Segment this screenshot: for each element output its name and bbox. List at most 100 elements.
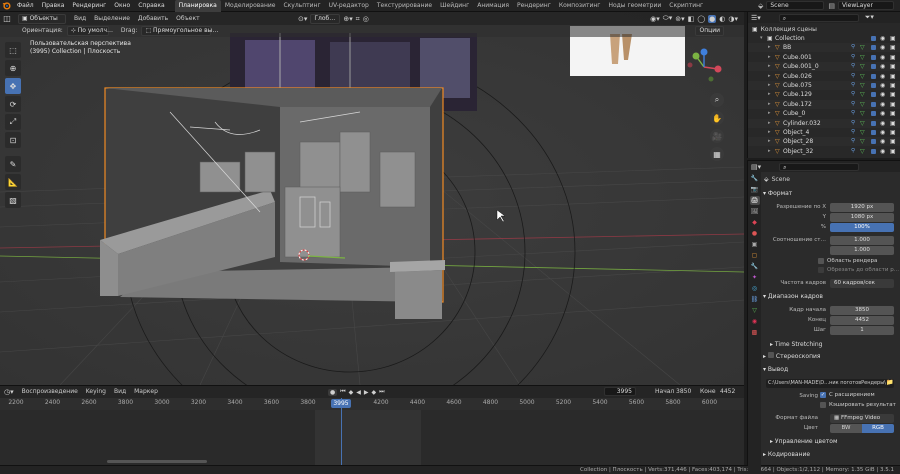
chevron-right-icon[interactable]: ▸ (768, 119, 771, 128)
eye-visibility-icon[interactable]: ◉ (880, 100, 885, 109)
proportional-edit-icon[interactable]: ◎ (363, 15, 369, 23)
annotate-icon[interactable]: ✎ (5, 156, 21, 172)
camera-render-icon[interactable]: ▣ (890, 34, 896, 43)
output-path-field[interactable]: C:\Users\MAN-MADE\D…ник поготовРендеры\ (766, 379, 894, 388)
workspace-tab[interactable]: UV-редактор (325, 0, 373, 12)
outliner-item[interactable]: ▾ ▣ Collection ◉ ▣ (748, 34, 900, 43)
camera-render-icon[interactable]: ▣ (890, 62, 896, 71)
camera-render-icon[interactable]: ▣ (890, 43, 896, 52)
file-extension-checkbox[interactable]: ✓ С расширением (820, 392, 875, 398)
menu-item[interactable]: Рендеринг (68, 0, 110, 12)
end-frame-value[interactable]: 4452 (720, 386, 735, 398)
tool-tab-icon[interactable]: 🔧 (750, 174, 760, 183)
viewport-menu-item[interactable]: Объект (176, 13, 199, 25)
collection-tab-icon[interactable]: ▣ (750, 240, 760, 249)
properties-search-field[interactable]: ⌕ (779, 162, 860, 171)
timeline-track-area[interactable] (0, 398, 744, 466)
workspace-tab[interactable]: Композитинг (555, 0, 605, 12)
outliner-item[interactable]: ▸ ▽ BB ⚲ ▽ ◉ ▣ (748, 43, 900, 53)
eye-visibility-icon[interactable]: ◉ (880, 147, 885, 156)
measure-icon[interactable]: 📐 (5, 174, 21, 190)
exclude-checkbox-icon[interactable] (871, 139, 876, 145)
scale-icon[interactable]: ⤢ (5, 114, 21, 130)
output-tab-icon[interactable]: 🖨 (749, 196, 760, 205)
zoom-icon[interactable]: ⌕ (710, 93, 724, 107)
outliner-item[interactable]: ▸ ▽ Cube.001_0 ⚲ ▽ ◉ ▣ (748, 62, 900, 72)
drag-dropdown[interactable]: ⬚ Прямоугольное вы… (141, 26, 218, 36)
chevron-right-icon[interactable]: ▸ (768, 43, 771, 52)
chevron-right-icon[interactable]: ▸ (768, 90, 771, 99)
res-x-field[interactable]: 1920 px (830, 203, 894, 212)
xray-icon[interactable]: ◧ (688, 15, 695, 23)
encoding-panel-header[interactable]: ▸ Кодирование (763, 450, 899, 460)
options-dropdown[interactable]: Опции (695, 26, 724, 36)
render-tab-icon[interactable]: 📷 (750, 185, 760, 194)
exclude-checkbox-icon[interactable] (871, 83, 876, 88)
chevron-right-icon[interactable]: ▸ (768, 109, 771, 118)
menu-item[interactable]: Файл (13, 0, 38, 12)
render-region-checkbox[interactable]: Область рендера (818, 258, 877, 264)
timeline-menu-item[interactable]: Воспроизведение (22, 386, 78, 398)
jump-start-icon[interactable]: ⏮ (340, 388, 345, 396)
pan-hand-icon[interactable]: ✋ (710, 111, 724, 125)
exclude-checkbox-icon[interactable] (871, 148, 876, 154)
data-tab-icon[interactable]: ▽ (750, 306, 760, 315)
format-panel-header[interactable]: ▾ Формат (763, 189, 899, 199)
constraints-tab-icon[interactable]: ⛓ (750, 295, 760, 304)
navigation-gizmo[interactable] (684, 47, 724, 87)
outliner-item[interactable]: ▸ ▽ Object_28 ⚲ ▽ ◉ ▣ (748, 137, 900, 147)
camera-render-icon[interactable]: ▣ (890, 81, 896, 90)
scene-name-field[interactable]: Scene (766, 1, 825, 10)
editor-type-icon[interactable]: ◫ (0, 14, 14, 23)
wireframe-shading-icon[interactable]: ◯ (697, 15, 705, 23)
start-frame-value[interactable]: 3850 (676, 386, 691, 398)
timeline-scrollbar[interactable] (107, 460, 207, 463)
overlay-icon[interactable]: ⊚▾ (675, 15, 684, 23)
res-y-field[interactable]: 1080 px (830, 213, 894, 222)
chevron-right-icon[interactable]: ▸ (768, 72, 771, 81)
chevron-right-icon[interactable]: ▸ (768, 137, 771, 146)
camera-render-icon[interactable]: ▣ (890, 53, 896, 62)
stereoscopy-checkbox-icon[interactable] (767, 352, 774, 358)
outliner-item[interactable]: ▸ ▽ Cube_0 ⚲ ▽ ◉ ▣ (748, 109, 900, 118)
exclude-checkbox-icon[interactable] (871, 36, 876, 41)
physics-tab-icon[interactable]: ◎ (750, 284, 760, 293)
solid-shading-icon[interactable]: ● (708, 14, 717, 23)
outliner-item[interactable]: ▸ ▽ Cube.026 ⚲ ▽ ◉ ▣ (748, 72, 900, 81)
play-reverse-icon[interactable]: ◀ (356, 389, 361, 396)
workspace-tab[interactable]: Скульптинг (279, 0, 324, 12)
timeline-editor-icon[interactable]: ◷▾ (4, 388, 14, 396)
workspace-tab[interactable]: Анимация (473, 0, 513, 12)
properties-editor-icon[interactable]: ▤▾ (751, 163, 761, 171)
outliner-item[interactable]: ▸ ▽ Cube.172 ⚲ ▽ ◉ ▣ (748, 99, 900, 109)
viewport-scene[interactable] (0, 12, 744, 385)
material-tab-icon[interactable]: ◉ (750, 317, 760, 326)
cache-result-checkbox[interactable]: Кэшировать результат (820, 402, 896, 408)
scene-collection-row[interactable]: ▣ Коллекция сцены (752, 25, 817, 34)
fps-dropdown[interactable]: 60 кадров/сек (830, 279, 894, 288)
stereoscopy-panel-header[interactable]: ▸ Стереоскопия (763, 352, 899, 362)
color-bw-button[interactable]: BW (830, 424, 862, 433)
camera-render-icon[interactable]: ▣ (890, 100, 896, 109)
exclude-checkbox-icon[interactable] (871, 111, 876, 117)
world-tab-icon[interactable]: ● (750, 229, 760, 238)
material-shading-icon[interactable]: ◐ (719, 15, 725, 23)
menu-item[interactable]: Правка (38, 0, 69, 12)
play-icon[interactable]: ▶ (364, 389, 369, 396)
eye-visibility-icon[interactable]: ◉ (880, 81, 885, 90)
transform-icon[interactable]: ⊡ (5, 132, 21, 148)
start-field[interactable]: 3850 (830, 306, 894, 315)
exclude-checkbox-icon[interactable] (871, 101, 876, 107)
texture-tab-icon[interactable]: ▩ (750, 328, 760, 337)
transform-pivot-icon[interactable]: ⊙▾ (298, 15, 307, 23)
workspace-tab[interactable]: Текстурирование (373, 0, 436, 12)
camera-render-icon[interactable]: ▣ (890, 72, 896, 81)
scene-selector[interactable]: ⬙ Scene (758, 1, 825, 10)
chevron-right-icon[interactable]: ▾ (760, 34, 763, 43)
workspace-tab[interactable]: Планировка (174, 0, 221, 12)
transform-orientation-dropdown[interactable]: Глоб… (310, 14, 341, 24)
outliner-item[interactable]: ▸ ▽ Cube.129 ⚲ ▽ ◉ ▣ (748, 90, 900, 99)
color-rgb-button[interactable]: RGB (862, 424, 894, 433)
chevron-right-icon[interactable]: ▸ (768, 81, 771, 90)
exclude-checkbox-icon[interactable] (871, 73, 876, 79)
